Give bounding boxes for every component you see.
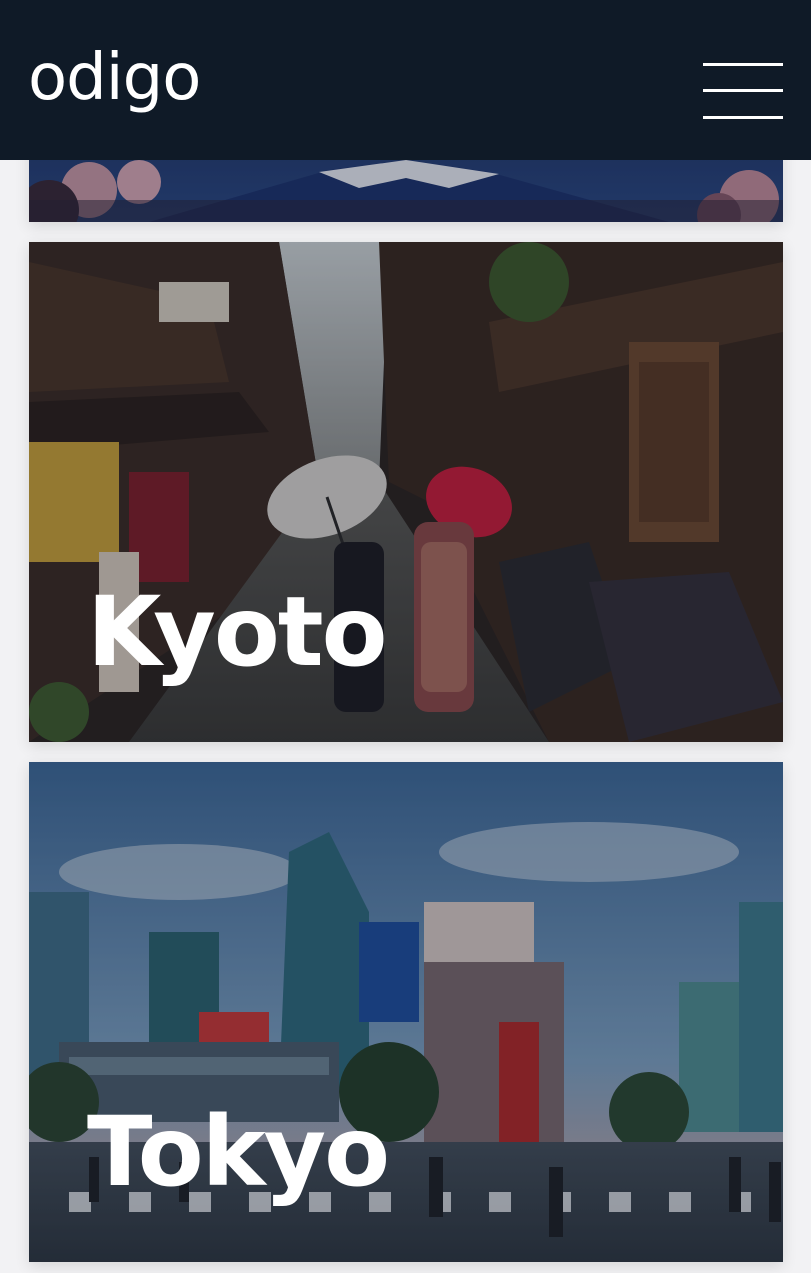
site-header: odigo <box>0 0 811 160</box>
menu-bar <box>703 116 783 119</box>
menu-bar <box>703 63 783 66</box>
menu-bar <box>703 89 783 92</box>
destination-card-tokyo[interactable]: Tokyo <box>29 762 783 1262</box>
hamburger-menu-icon[interactable] <box>703 63 783 121</box>
destination-card-kyoto[interactable]: Kyoto <box>29 242 783 742</box>
destination-title: Tokyo <box>87 1096 390 1208</box>
site-logo[interactable]: odigo <box>28 46 201 110</box>
destination-title: Kyoto <box>87 576 388 688</box>
